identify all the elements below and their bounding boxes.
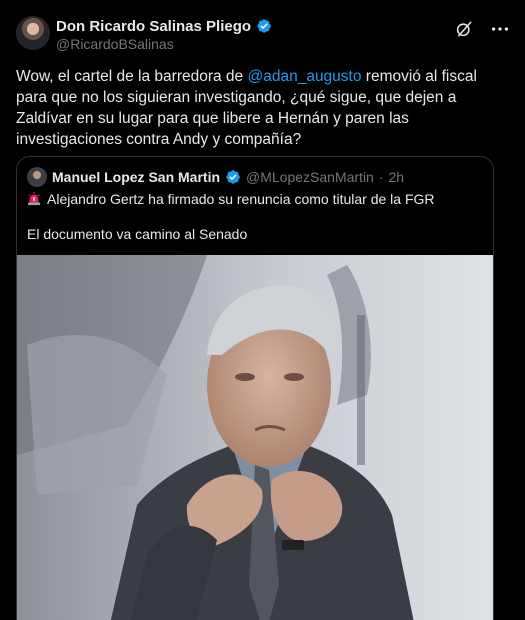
quote-timestamp[interactable]: 2h <box>389 169 405 185</box>
top-edge <box>0 0 525 6</box>
avatar[interactable] <box>16 16 50 50</box>
verified-badge-icon <box>257 19 271 33</box>
photo-illustration <box>17 255 493 620</box>
more-options-icon[interactable] <box>489 20 511 38</box>
tweet-text-part1: Wow, el cartel de la barredora de <box>16 68 248 85</box>
author-display-name[interactable]: Don Ricardo Salinas Pliego <box>56 18 251 35</box>
grok-icon[interactable] <box>455 20 473 38</box>
siren-emoji-icon <box>27 192 41 206</box>
quote-avatar[interactable] <box>27 167 47 187</box>
quote-header: Manuel Lopez San Martin @MLopezSanMartin… <box>27 167 404 187</box>
quote-text-line1: Alejandro Gertz ha firmado su renuncia c… <box>47 191 435 207</box>
author-handle[interactable]: @RicardoBSalinas <box>56 36 174 52</box>
quote-author-handle[interactable]: @MLopezSanMartin <box>246 169 374 185</box>
author-name-row: Don Ricardo Salinas Pliego <box>56 16 272 36</box>
quote-text-line2: El documento va camino al Senado <box>27 226 248 242</box>
verified-badge-icon <box>226 170 240 184</box>
tweet-text: Wow, el cartel de la barredora de @adan_… <box>16 66 510 150</box>
quote-photo[interactable] <box>17 255 493 620</box>
tweet-header: Don Ricardo Salinas Pliego @RicardoBSali… <box>16 14 511 56</box>
quote-separator: · <box>378 169 384 185</box>
quote-author-name[interactable]: Manuel Lopez San Martin <box>52 169 220 185</box>
mention-link[interactable]: @adan_augusto <box>247 68 361 85</box>
quote-text-line1-row: Alejandro Gertz ha firmado su renuncia c… <box>27 191 435 207</box>
quoted-tweet-card[interactable]: Manuel Lopez San Martin @MLopezSanMartin… <box>16 156 494 620</box>
